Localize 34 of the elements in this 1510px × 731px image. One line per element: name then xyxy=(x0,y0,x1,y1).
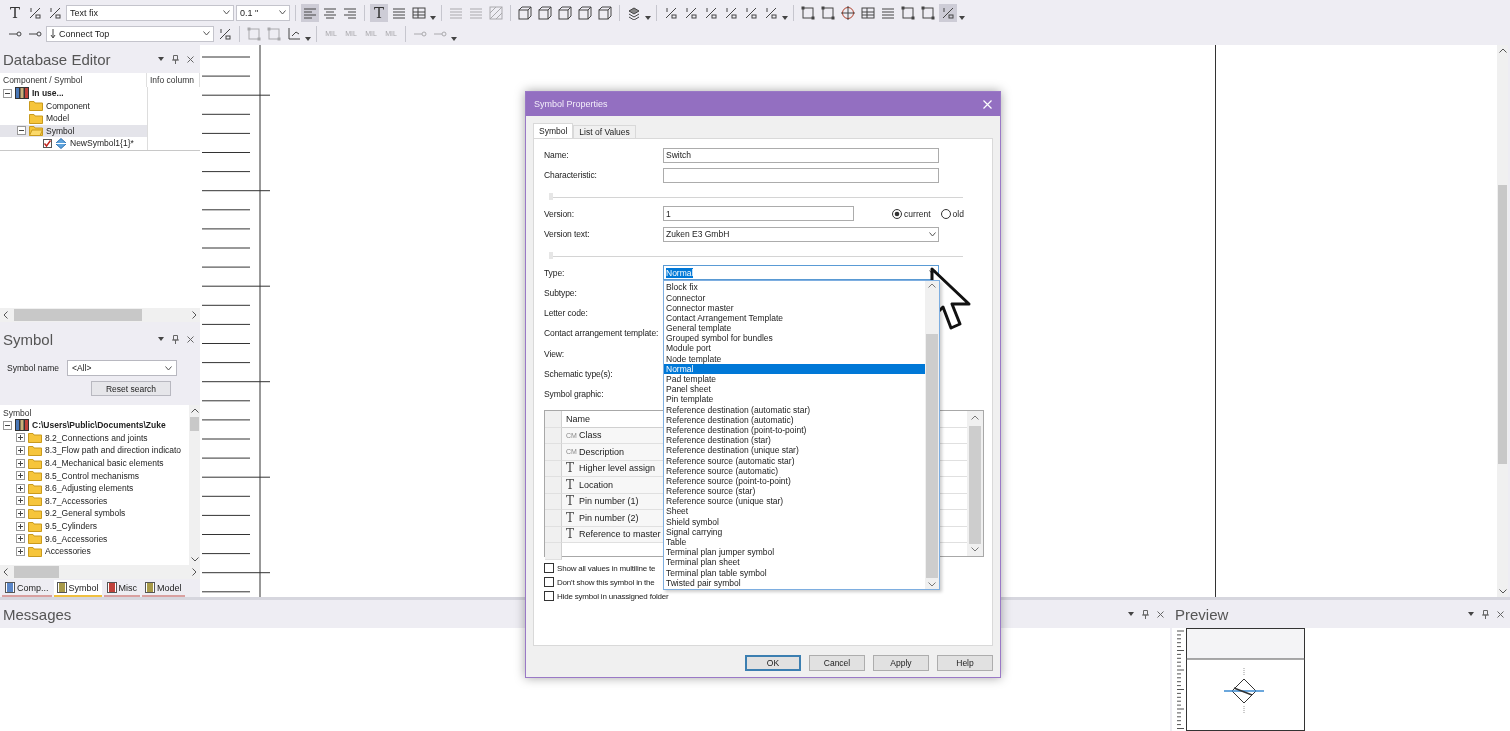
field-label: Characteristic: xyxy=(544,170,598,181)
tree-label: NewSymbol1{1}* xyxy=(70,138,134,149)
tree-label: C:\Users\Public\Documents\Zuke xyxy=(32,420,166,431)
field-label: Version: xyxy=(544,208,575,219)
column-header: Symbol xyxy=(2,407,33,419)
tree-label: Model xyxy=(46,113,70,124)
tree-label: 9.2_General symbols xyxy=(45,508,126,519)
field-label: Schematic type(s): xyxy=(544,368,614,379)
field-label: Symbol name xyxy=(7,363,59,373)
tree-label: 8.2_Connections and joints xyxy=(45,432,148,443)
field-label: Version text: xyxy=(544,229,591,240)
field-label: View: xyxy=(544,348,566,359)
tree-label: 9.5_Cylinders xyxy=(45,521,97,532)
tree-label: 8.3_Flow path and direction indicato xyxy=(45,445,182,456)
field-label: Type: xyxy=(544,267,566,278)
panel-title: Database Editor xyxy=(3,50,111,68)
tree-label: 8.5_Control mechanisms xyxy=(45,470,139,481)
panel-title: Preview xyxy=(1175,605,1229,623)
tree-label: Accessories xyxy=(45,546,91,557)
field-label: Contact arrangement template: xyxy=(544,328,660,339)
tree-label: 8.6_Adjusting elements xyxy=(45,483,134,494)
tree-label: In use... xyxy=(32,88,64,99)
field-label: Letter code: xyxy=(544,308,589,319)
panel-title: Symbol xyxy=(3,330,54,348)
tree-label: 9.6_Accessories xyxy=(45,533,108,544)
tree-label: Symbol xyxy=(46,125,75,136)
field-label: Symbol graphic: xyxy=(544,388,605,399)
tree-label: 8.4_Mechanical basic elements xyxy=(45,458,164,469)
field-label: Subtype: xyxy=(544,288,578,299)
tree-label: 8.7_Accessories xyxy=(45,495,108,506)
panel-title: Messages xyxy=(3,605,72,623)
window-title: Symbol Properties xyxy=(534,99,608,109)
field-label: Name: xyxy=(544,150,570,161)
tree-label: Component xyxy=(46,100,90,111)
